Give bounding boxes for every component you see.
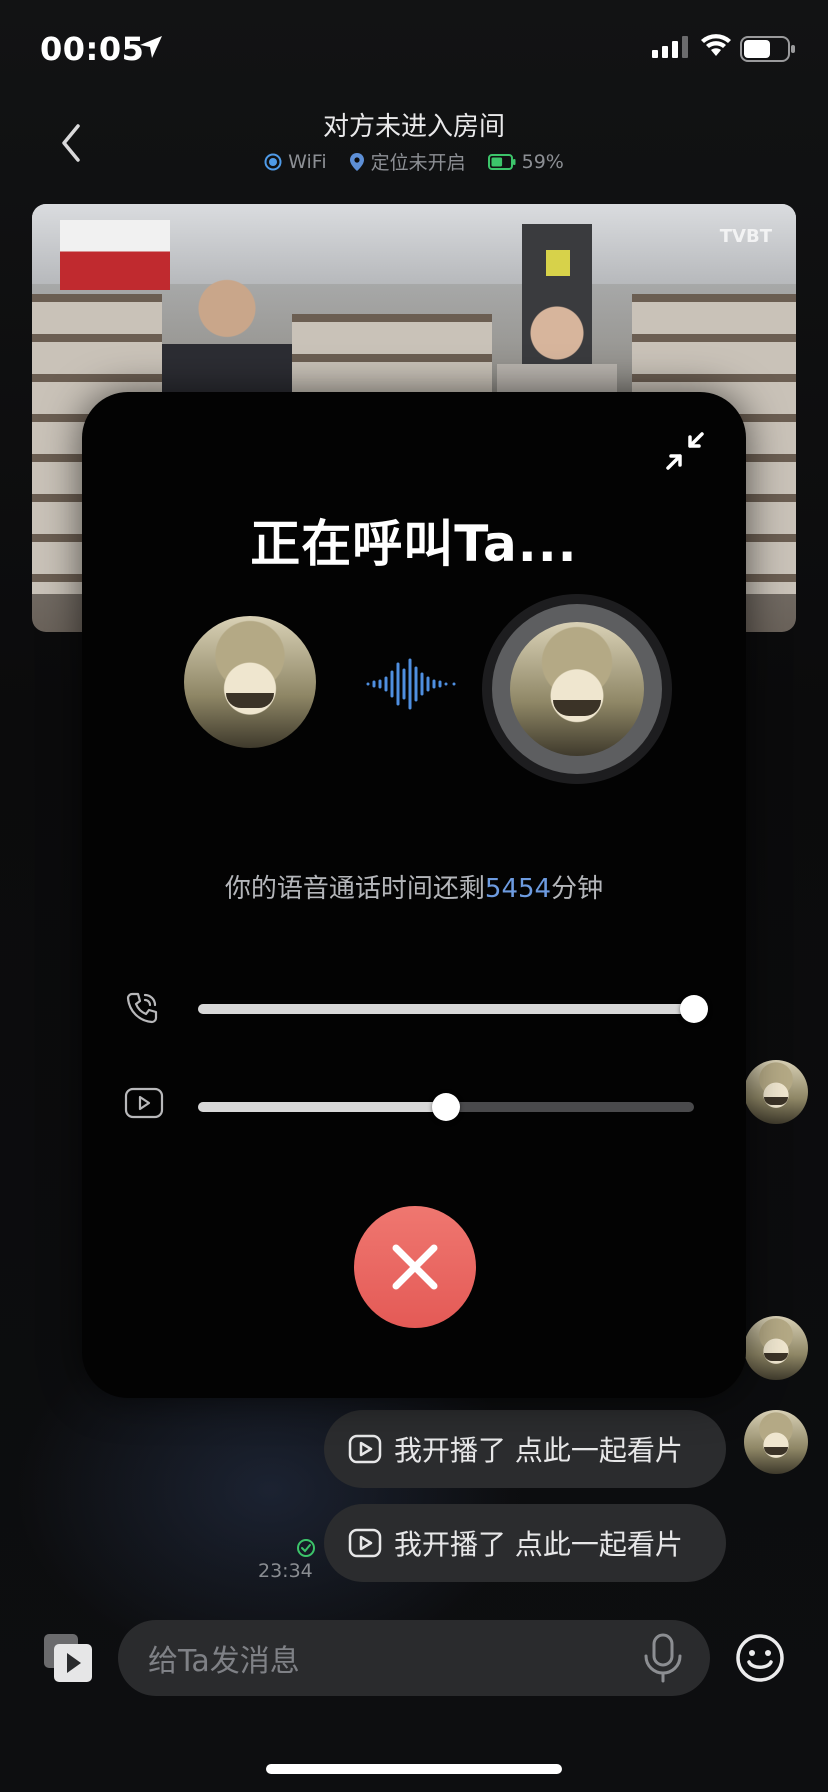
video-watermark: TVBT [719,226,772,247]
peer-avatar [510,622,644,756]
peer-status-row: WiFi 定位未开启 59% [0,148,828,175]
location-pin-icon [349,152,364,171]
wifi-icon [701,34,731,56]
status-time: 00:05 [40,30,145,68]
self-avatar [184,616,316,748]
location-status: 定位未开启 [349,148,466,175]
video-sign [546,250,570,276]
video-flag [60,220,170,290]
peer-avatar-small[interactable] [744,1410,808,1474]
chat-message-bubble[interactable]: 我开播了 点此一起看片 [324,1504,726,1582]
wifi-status: WiFi [264,150,327,173]
wifi-status-label: WiFi [288,150,327,173]
video-volume-slider[interactable] [198,1093,694,1121]
call-title: 正在呼叫Ta... [250,515,578,573]
remaining-time-text: 你的语音通话时间还剩5454分钟 [82,868,746,905]
message-input[interactable]: 给Ta发消息 [118,1620,710,1696]
peer-battery-icon [487,153,516,170]
hang-up-button[interactable] [354,1206,476,1328]
minimize-icon[interactable] [660,426,710,476]
peer-battery-label: 59% [521,150,564,173]
close-icon [392,1244,438,1290]
message-input-placeholder: 给Ta发消息 [148,1644,300,1679]
chat-message-text: 我开播了 点此一起看片 [394,1528,683,1561]
message-timestamp: 23:34 [258,1560,313,1582]
status-bar: 00:05 [0,0,828,100]
microphone-icon[interactable] [642,1632,684,1684]
peer-battery-status: 59% [487,150,564,173]
location-arrow-icon [140,36,162,58]
signal-icon [652,36,688,58]
call-volume-fill [198,1004,694,1014]
home-indicator [266,1764,562,1774]
battery-icon [740,36,795,62]
peer-avatar-small[interactable] [744,1316,808,1380]
play-square-icon [348,1434,382,1464]
video-volume-thumb[interactable] [432,1093,460,1121]
sound-wave-icon [366,658,456,710]
remaining-prefix: 你的语音通话时间还剩 [224,874,485,904]
remaining-suffix: 分钟 [551,874,604,904]
video-icon [124,1087,164,1119]
peer-avatar-small[interactable] [744,1060,808,1124]
call-panel: 正在呼叫Ta... 你的语音通话时间还剩5454分钟 [82,392,746,1398]
video-volume-fill [198,1102,446,1112]
chat-message-bubble[interactable]: 我开播了 点此一起看片 [324,1410,726,1488]
wifi-status-icon [264,153,282,170]
call-volume-thumb[interactable] [680,995,708,1023]
remaining-minutes: 5454 [484,874,552,904]
chat-message-text: 我开播了 点此一起看片 [394,1434,683,1467]
page-title: 对方未进入房间 [322,112,505,142]
emoji-icon[interactable] [734,1632,786,1684]
location-status-label: 定位未开启 [370,152,466,174]
media-library-button[interactable] [42,1632,94,1684]
play-square-icon [348,1528,382,1558]
phone-icon [126,992,158,1024]
call-volume-slider[interactable] [198,995,708,1023]
read-check-icon [297,1539,315,1557]
